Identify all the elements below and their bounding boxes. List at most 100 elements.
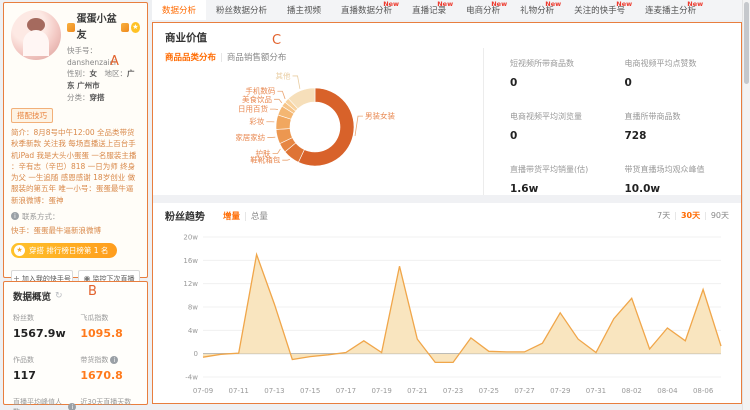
tab-label: 数据分析 — [162, 4, 196, 16]
tab-5[interactable]: 电商分析New — [456, 0, 510, 20]
x-tick-label: 07-13 — [264, 387, 284, 395]
y-tick-label: 4w — [188, 327, 198, 335]
fans-trend-title: 粉丝趋势 — [165, 208, 205, 223]
business-stat-2: 电商视频平均浏览量 0 — [510, 111, 615, 142]
stat-value: 1095.8 — [80, 327, 138, 340]
contact-label: 联系方式： — [22, 211, 60, 222]
donut-label-0: 男装女装 — [365, 111, 395, 121]
annotation-letter-c: C — [272, 33, 281, 48]
donut-label-line — [355, 116, 363, 136]
kuaishou-id: danshenzaici — [67, 58, 116, 67]
stat-label: 电商视频平均浏览量 — [510, 111, 615, 122]
y-tick-label: 8w — [188, 304, 198, 312]
x-tick-label: 08-02 — [622, 387, 642, 395]
scrollbar-thumb[interactable] — [744, 2, 749, 84]
business-value-section: 商业价值 商品品类分布|商品销售额分布 男装女装鞋靴箱包护肤家居家纺彩妆日用百货… — [153, 23, 741, 195]
y-tick-label: 0 — [194, 350, 198, 358]
x-tick-label: 07-19 — [371, 387, 391, 395]
rank-badge[interactable]: ★ 穿搭 排行榜日榜第 1 名 — [11, 243, 117, 258]
stat-value: 0 — [625, 77, 730, 89]
tab-8[interactable]: 连麦播主分析New — [635, 0, 706, 20]
gender-label: 性别： — [67, 69, 90, 78]
page-scrollbar[interactable] — [742, 0, 750, 410]
overview-stats: 粉丝数1567.9w飞瓜指数1095.8作品数117带货指数i1670.8直播平… — [13, 313, 138, 410]
x-tick-label: 07-31 — [586, 387, 606, 395]
business-stat-5: 带货直播场均观众峰值10.0w — [625, 164, 730, 195]
overview-stat-3: 带货指数i1670.8 — [80, 355, 138, 382]
main-tabbar: 数据分析粉丝数据分析播主视频直播数据分析New直播记录New电商分析New礼物分… — [152, 0, 743, 20]
shop-badge-icon: ★ — [131, 22, 140, 33]
donut-label-5: 日用百货 — [238, 104, 268, 114]
donut-label-line — [277, 91, 285, 99]
trend-area-fill — [203, 255, 721, 363]
donut-label-8: 其他 — [276, 70, 291, 80]
tab-6[interactable]: 礼物分析New — [510, 0, 564, 20]
stat-value: 1670.8 — [80, 369, 138, 382]
fans-trend-chart: 20w16w12w8w4w0-4w07-0907-1107-1307-1507-… — [165, 223, 731, 401]
business-stat-4: 直播带货平均销量(估)1.6w — [510, 164, 615, 195]
tab-label: 播主视频 — [287, 4, 321, 16]
info-icon: i — [11, 212, 19, 220]
tab-1[interactable]: 粉丝数据分析 — [206, 0, 277, 20]
donut-label-line — [274, 99, 282, 103]
stat-value: 117 — [13, 369, 76, 382]
y-tick-label: -4w — [185, 374, 198, 382]
stat-value: 1.6w — [510, 183, 615, 195]
stat-value: 0 — [510, 130, 615, 142]
business-stat-3: 直播所带商品数728 — [625, 111, 730, 142]
category-label: 分类： — [67, 93, 90, 102]
category-donut-chart: 男装女装鞋靴箱包护肤家居家纺彩妆日用百货美食饮品手机数码其他 — [165, 63, 483, 193]
range-7d[interactable]: 7天 — [657, 211, 670, 220]
donut-label-line — [293, 76, 300, 89]
stat-label: 短视频所带商品数 — [510, 58, 615, 69]
stat-label: 近30天直播天数 — [80, 397, 131, 407]
range-90d[interactable]: 90天 — [711, 211, 729, 220]
kuaishou-id-label: 快手号： — [67, 46, 97, 55]
overview-card: 数据概览 ↻ 粉丝数1567.9w飞瓜指数1095.8作品数117带货指数i16… — [3, 281, 148, 405]
subtab-sales-distribution[interactable]: 商品销售额分布 — [227, 53, 287, 63]
stat-label: 粉丝数 — [13, 313, 34, 323]
stat-value: 0 — [510, 77, 615, 89]
x-tick-label: 07-29 — [550, 387, 570, 395]
tab-3[interactable]: 直播数据分析New — [331, 0, 402, 20]
x-tick-label: 07-25 — [479, 387, 499, 395]
tab-7[interactable]: 关注的快手号New — [564, 0, 635, 20]
profile-tag: 搭配技巧 — [11, 108, 53, 123]
tab-4[interactable]: 直播记录New — [402, 0, 456, 20]
overview-stat-5: 近30天直播天数9 — [80, 397, 138, 410]
new-badge: New — [491, 0, 507, 8]
x-tick-label: 07-17 — [336, 387, 356, 395]
info-icon[interactable]: i — [110, 356, 118, 364]
refresh-icon[interactable]: ↻ — [55, 291, 63, 301]
overview-stat-0: 粉丝数1567.9w — [13, 313, 76, 340]
rank-badge-label: 穿搭 排行榜日榜第 1 名 — [29, 245, 108, 256]
stat-label: 作品数 — [13, 355, 34, 365]
tab-2[interactable]: 播主视频 — [277, 0, 331, 20]
business-title: 商业价值 — [165, 30, 729, 45]
x-tick-label: 07-15 — [300, 387, 320, 395]
mode-total[interactable]: 总量 — [251, 212, 268, 222]
mode-increment[interactable]: 增量 — [223, 212, 240, 222]
section-divider — [153, 195, 741, 203]
stat-value: 10.0w — [625, 183, 730, 195]
stat-label: 直播平均峰值人数 — [13, 397, 66, 410]
new-badge: New — [616, 0, 632, 8]
region-label: 地区： — [105, 69, 128, 78]
trophy-icon: ★ — [14, 245, 25, 256]
annotation-letter-a: A — [110, 54, 119, 69]
new-badge: New — [437, 0, 453, 8]
main-panel: 商业价值 商品品类分布|商品销售额分布 男装女装鞋靴箱包护肤家居家纺彩妆日用百货… — [152, 22, 742, 404]
overview-stat-1: 飞瓜指数1095.8 — [80, 313, 138, 340]
fans-trend-section: 粉丝趋势 增量|总量 7天|30天|90天 20w16w12w8w4w0-4w0… — [153, 203, 741, 401]
x-tick-label: 08-06 — [693, 387, 714, 395]
y-tick-label: 16w — [183, 257, 198, 265]
donut-label-3: 家居家纺 — [235, 132, 265, 142]
subtab-category-distribution[interactable]: 商品品类分布 — [165, 53, 216, 63]
new-badge: New — [687, 0, 703, 8]
avatar — [11, 10, 61, 60]
donut-label-2: 护肤 — [256, 148, 271, 158]
x-tick-label: 08-04 — [657, 387, 678, 395]
range-30d[interactable]: 30天 — [681, 211, 700, 220]
tab-0[interactable]: 数据分析 — [152, 0, 206, 20]
info-icon[interactable]: i — [68, 403, 76, 410]
